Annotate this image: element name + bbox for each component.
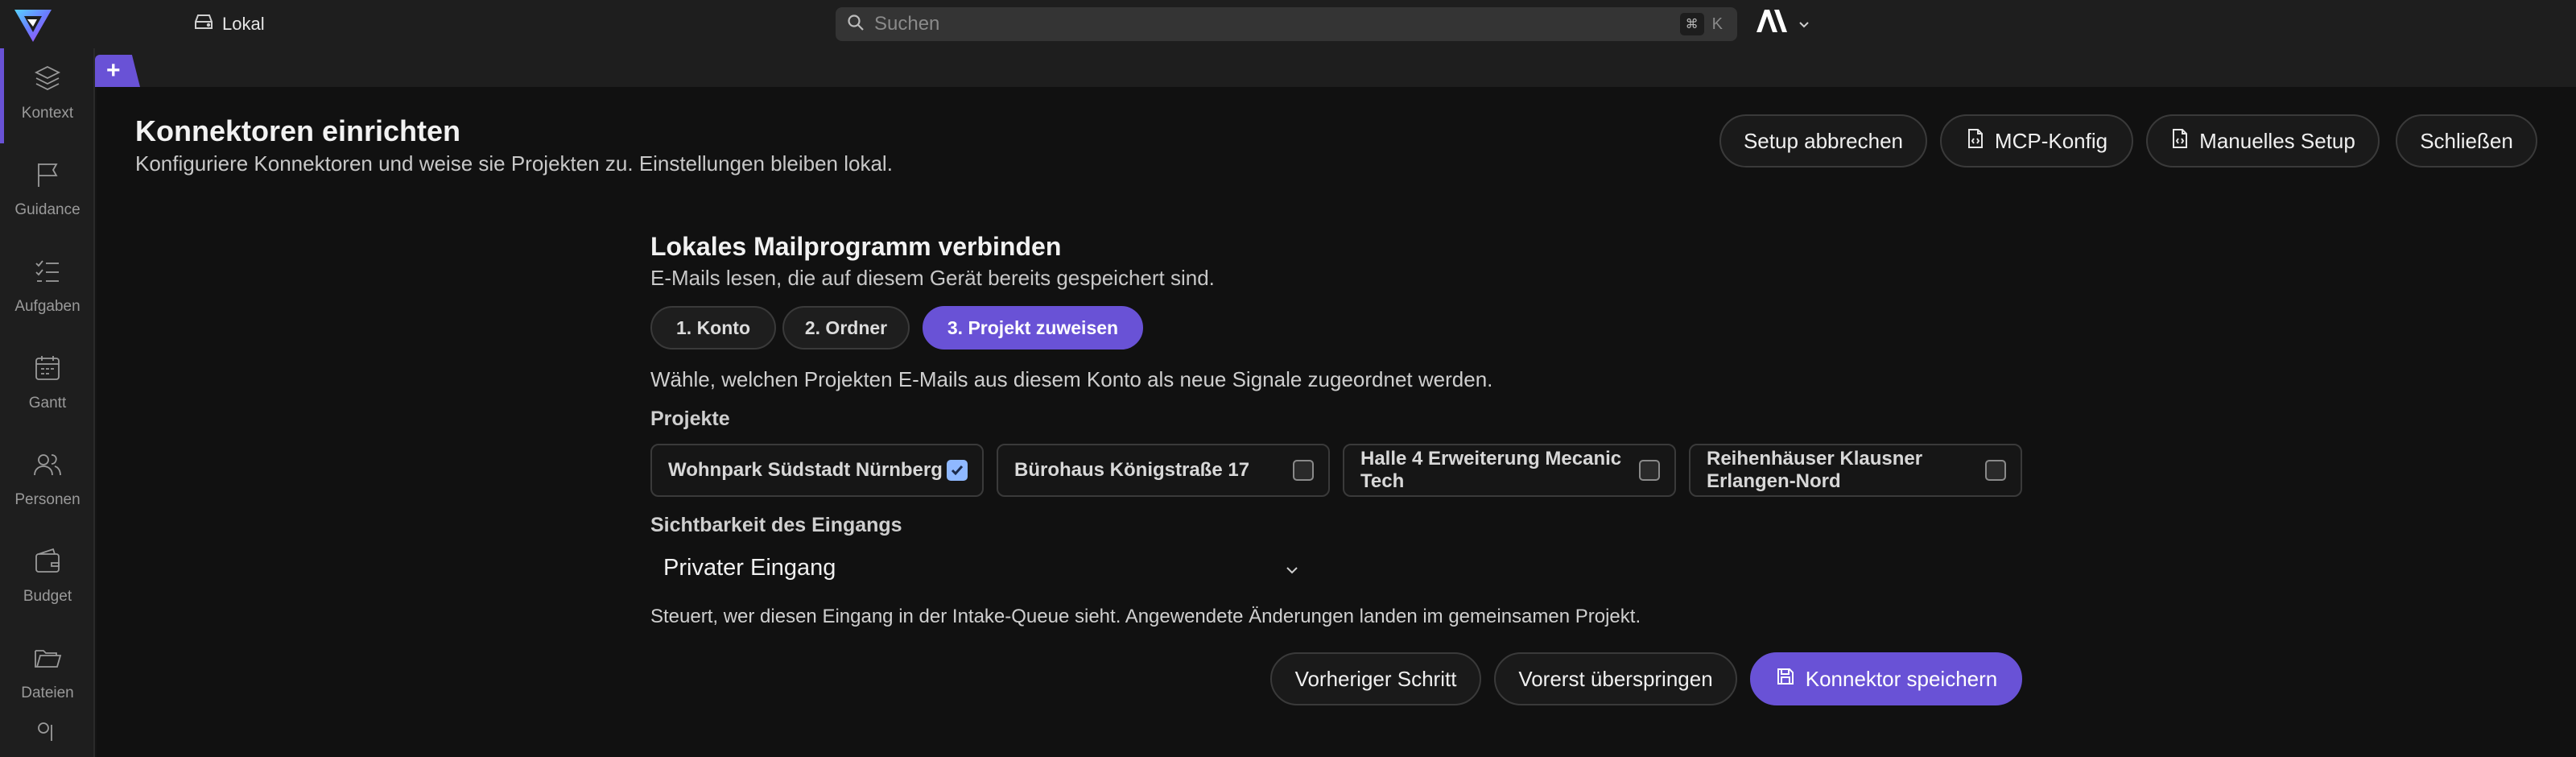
shortcut-key: K (1711, 14, 1723, 33)
sidebar-item-label: Aufgaben (14, 298, 80, 315)
sidebar-item-guidance[interactable]: Guidance (0, 145, 95, 234)
project-name: Halle 4 Erweiterung Mecanic Tech (1360, 448, 1622, 492)
save-icon (1775, 666, 1796, 693)
people-icon (32, 449, 63, 485)
sidebar-item-budget[interactable]: Budget (0, 532, 95, 620)
skip-label: Vorerst überspringen (1518, 666, 1713, 691)
calendar-icon (32, 353, 63, 388)
project-name: Reihenhäuser Klausner Erlangen-Nord (1707, 448, 1923, 492)
save-connector-button[interactable]: Konnektor speichern (1750, 652, 2022, 705)
project-name: Wohnpark Südstadt Nürnberg (668, 459, 943, 482)
project-checkbox[interactable] (1639, 460, 1660, 481)
checklist-icon (32, 256, 63, 292)
project-checkbox[interactable] (1293, 460, 1314, 481)
location-label: Lokal (222, 14, 265, 34)
step-assign-project[interactable]: 3. Projekt zuweisen (923, 306, 1143, 350)
flag-icon (32, 159, 63, 195)
file-code-icon (2170, 128, 2190, 155)
sidebar-item-label: Gantt (28, 395, 67, 412)
project-name: Bürohaus Königstraße 17 (1014, 459, 1250, 482)
visibility-label: Sichtbarkeit des Eingangs (650, 514, 902, 536)
connector-title: Lokales Mailprogramm verbinden (650, 232, 1062, 261)
close-label: Schließen (2420, 128, 2513, 153)
tab-strip (95, 48, 2576, 87)
folder-icon (32, 643, 63, 678)
step-folder[interactable]: 2. Ordner (782, 306, 910, 350)
chevron-down-icon (1797, 10, 1811, 38)
app-logo-icon[interactable] (13, 6, 53, 45)
close-button[interactable]: Schließen (2396, 114, 2537, 168)
visibility-select[interactable]: Privater Eingang (650, 544, 1311, 591)
project-checkbox[interactable] (1985, 460, 2006, 481)
sidebar-item-dateien[interactable]: Dateien (0, 628, 95, 717)
project-option[interactable]: Wohnpark Südstadt Nürnberg (650, 444, 984, 497)
projects-label: Projekte (650, 407, 730, 430)
project-option[interactable]: Bürohaus Königstraße 17 (997, 444, 1330, 497)
file-code-icon (1966, 128, 1985, 155)
location-selector[interactable]: Lokal (193, 11, 265, 37)
manual-setup-label: Manuelles Setup (2199, 128, 2355, 153)
sidebar-item-label: Personen (14, 491, 80, 508)
search-bar[interactable]: Suchen ⌘ K (836, 7, 1737, 41)
search-input[interactable]: Suchen (874, 13, 1680, 35)
sidebar-item-label: Budget (23, 588, 72, 605)
project-checkbox[interactable] (947, 460, 968, 481)
sidebar: Kontext Guidance Aufgaben Gantt Personen… (0, 48, 95, 757)
previous-step-label: Vorheriger Schritt (1294, 666, 1457, 691)
step-account[interactable]: 1. Konto (650, 306, 776, 350)
drive-icon (193, 13, 214, 35)
sidebar-item-more[interactable] (0, 717, 95, 757)
mcp-config-button[interactable]: MCP-Konfig (1940, 114, 2133, 168)
sidebar-item-kontext[interactable]: Kontext (0, 48, 95, 143)
page-subtitle: Konfiguriere Konnektoren und weise sie P… (135, 151, 893, 176)
search-icon (847, 14, 865, 35)
command-key: ⌘ (1679, 13, 1704, 35)
partial-icon (32, 717, 63, 752)
previous-step-button[interactable]: Vorheriger Schritt (1270, 652, 1481, 705)
skip-button[interactable]: Vorerst überspringen (1494, 652, 1737, 705)
brand-menu[interactable] (1755, 10, 1811, 39)
sidebar-item-label: Guidance (14, 201, 80, 218)
layers-icon (32, 63, 63, 98)
mcp-config-label: MCP-Konfig (1994, 128, 2108, 153)
checkmark-icon (951, 465, 964, 476)
manual-setup-button[interactable]: Manuelles Setup (2146, 114, 2380, 168)
search-shortcut: ⌘ K (1679, 13, 1726, 35)
sidebar-item-label: Kontext (21, 105, 74, 122)
sidebar-item-aufgaben[interactable]: Aufgaben (0, 242, 95, 330)
wallet-icon (32, 546, 63, 581)
save-connector-label: Konnektor speichern (1805, 666, 1998, 691)
sidebar-item-personen[interactable]: Personen (0, 435, 95, 523)
page-title: Konnektoren einrichten (135, 114, 461, 147)
project-option[interactable]: Halle 4 Erweiterung Mecanic Tech (1343, 444, 1676, 497)
cancel-setup-label: Setup abbrechen (1743, 128, 1904, 153)
sidebar-item-label: Dateien (21, 685, 74, 701)
cancel-setup-button[interactable]: Setup abbrechen (1719, 114, 1927, 168)
chevron-down-icon (1283, 559, 1301, 577)
visibility-value: Privater Eingang (663, 554, 836, 581)
sidebar-item-gantt[interactable]: Gantt (0, 338, 95, 427)
visibility-help-text: Steuert, wer diesen Eingang in der Intak… (650, 606, 1641, 627)
connector-subtitle: E-Mails lesen, die auf diesem Gerät bere… (650, 266, 1215, 290)
instruction-text: Wähle, welchen Projekten E-Mails aus die… (650, 367, 1493, 391)
brand-logo-icon (1755, 8, 1790, 40)
project-option[interactable]: Reihenhäuser Klausner Erlangen-Nord (1689, 444, 2022, 497)
